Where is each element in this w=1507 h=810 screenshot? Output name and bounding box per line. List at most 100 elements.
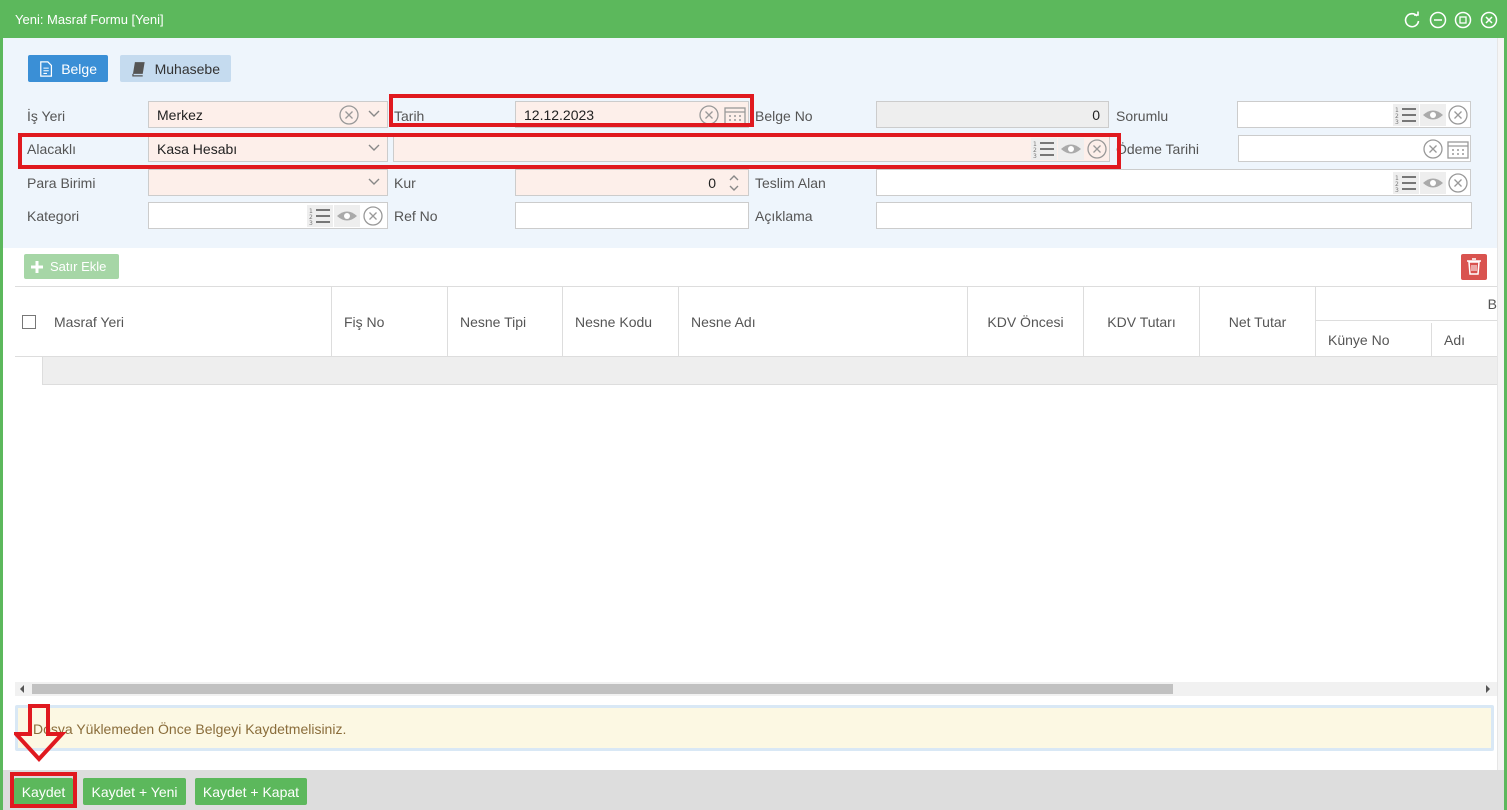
col-kdv-oncesi[interactable]: KDV Öncesi xyxy=(968,287,1084,357)
teslim-alan-label: Teslim Alan xyxy=(755,175,826,191)
highlight-alacakli xyxy=(18,133,1121,169)
col-nesne-kodu[interactable]: Nesne Kodu xyxy=(563,287,679,357)
arrow-down-icon xyxy=(14,704,66,762)
close-icon[interactable] xyxy=(1480,11,1498,29)
sorumlu-lookup[interactable]: 123 xyxy=(1237,101,1471,128)
col-kunye-no[interactable]: Künye No xyxy=(1316,323,1432,357)
kur-spinner[interactable]: 0 xyxy=(515,169,749,196)
col-kunye-no-label: Künye No xyxy=(1328,332,1390,348)
tab-belge[interactable]: Belge xyxy=(28,55,108,82)
ref-no-input[interactable] xyxy=(515,202,749,229)
belge-no-label: Belge No xyxy=(755,108,813,124)
col-fis-no[interactable]: Fiş No xyxy=(332,287,448,357)
minimize-icon[interactable] xyxy=(1429,11,1447,29)
sorumlu-label: Sorumlu xyxy=(1116,108,1169,124)
clear-icon[interactable] xyxy=(363,206,383,226)
kategori-lookup[interactable]: 123 xyxy=(148,202,388,229)
is-yeri-value: Merkez xyxy=(157,107,203,123)
list-icon[interactable]: 123 xyxy=(1393,172,1419,194)
clear-icon[interactable] xyxy=(1448,173,1468,193)
kaydet-yeni-label: Kaydet + Yeni xyxy=(91,783,178,800)
svg-text:3: 3 xyxy=(1395,119,1399,126)
clear-icon[interactable] xyxy=(339,105,359,125)
para-birimi-select[interactable] xyxy=(148,169,388,196)
scroll-left-icon[interactable] xyxy=(18,685,26,693)
spinner-arrows-icon[interactable] xyxy=(727,172,741,194)
eye-icon[interactable] xyxy=(334,205,360,227)
vertical-scrollbar[interactable] xyxy=(1497,38,1504,770)
aciklama-label: Açıklama xyxy=(755,208,813,224)
col-net-tutar[interactable]: Net Tutar xyxy=(1200,287,1316,357)
col-group-header: B xyxy=(1316,287,1497,321)
clear-icon[interactable] xyxy=(1448,105,1468,125)
col-nesne-tipi[interactable]: Nesne Tipi xyxy=(448,287,563,357)
warning-notice: Dosya Yüklemeden Önce Belgeyi Kaydetmeli… xyxy=(15,705,1494,751)
para-birimi-label: Para Birimi xyxy=(27,175,96,191)
col-masraf-yeri[interactable]: Masraf Yeri xyxy=(15,287,332,357)
is-yeri-label: İş Yeri xyxy=(27,108,66,124)
list-icon[interactable]: 123 xyxy=(307,205,333,227)
kur-value: 0 xyxy=(708,175,716,191)
belge-no-input: 0 xyxy=(876,101,1109,128)
aciklama-input[interactable] xyxy=(876,202,1472,229)
tab-belge-label: Belge xyxy=(61,60,97,77)
svg-text:3: 3 xyxy=(1395,187,1399,194)
chevron-down-icon[interactable] xyxy=(367,176,381,188)
svg-text:3: 3 xyxy=(309,220,313,227)
col-net-tutar-label: Net Tutar xyxy=(1228,314,1287,330)
notice-text: Dosya Yüklemeden Önce Belgeyi Kaydetmeli… xyxy=(33,721,347,737)
refresh-icon[interactable] xyxy=(1403,11,1421,29)
filter-row-cell xyxy=(15,357,43,385)
kaydet-kapat-button[interactable]: Kaydet + Kapat xyxy=(195,778,307,805)
odeme-tarihi-label: Ödeme Tarihi xyxy=(1116,141,1200,157)
highlight-kaydet xyxy=(10,772,77,808)
clear-icon[interactable] xyxy=(1423,139,1443,159)
belge-no-value: 0 xyxy=(1092,107,1100,123)
grid-filter-row xyxy=(15,357,1497,385)
delete-row-button[interactable] xyxy=(1461,254,1487,280)
col-kdv-oncesi-label: KDV Öncesi xyxy=(987,314,1064,330)
trash-icon xyxy=(1467,258,1481,275)
eye-icon[interactable] xyxy=(1420,172,1446,194)
select-all-checkbox[interactable] xyxy=(22,315,36,329)
col-adi-label: Adı xyxy=(1444,332,1466,348)
is-yeri-select[interactable]: Merkez xyxy=(148,101,388,128)
maximize-icon[interactable] xyxy=(1454,11,1472,29)
col-kdv-tutari-label: KDV Tutarı xyxy=(1107,314,1176,330)
col-masraf-yeri-label: Masraf Yeri xyxy=(54,314,125,330)
document-icon xyxy=(40,60,53,77)
col-nesne-adi-label: Nesne Adı xyxy=(691,314,756,330)
col-nesne-kodu-label: Nesne Kodu xyxy=(575,314,653,330)
kaydet-yeni-button[interactable]: Kaydet + Yeni xyxy=(83,778,186,805)
kur-label: Kur xyxy=(394,175,416,191)
window-title: Yeni: Masraf Formu [Yeni] xyxy=(15,12,164,27)
scrollbar-thumb[interactable] xyxy=(32,684,1173,694)
list-icon[interactable]: 123 xyxy=(1393,104,1419,126)
tab-muhasebe-label: Muhasebe xyxy=(154,60,220,77)
kaydet-kapat-label: Kaydet + Kapat xyxy=(202,783,300,800)
col-adi[interactable]: Adı xyxy=(1432,323,1497,357)
satir-ekle-label: Satır Ekle xyxy=(50,259,107,274)
scroll-right-icon[interactable] xyxy=(1484,685,1492,693)
highlight-tarih xyxy=(389,94,754,127)
eye-icon[interactable] xyxy=(1420,104,1446,126)
teslim-alan-lookup[interactable]: 123 xyxy=(876,169,1471,196)
horizontal-scrollbar[interactable] xyxy=(15,682,1497,696)
calendar-icon[interactable] xyxy=(1447,139,1469,159)
col-kdv-tutari[interactable]: KDV Tutarı xyxy=(1084,287,1200,357)
tab-muhasebe[interactable]: Muhasebe xyxy=(120,55,231,82)
book-icon xyxy=(132,61,145,76)
odeme-tarihi-input[interactable] xyxy=(1238,135,1471,162)
col-group-header-label: B xyxy=(1487,295,1497,312)
window-titlebar: Yeni: Masraf Formu [Yeni] xyxy=(0,0,1507,38)
chevron-down-icon[interactable] xyxy=(367,108,381,120)
ref-no-label: Ref No xyxy=(394,208,438,224)
col-nesne-adi[interactable]: Nesne Adı xyxy=(679,287,968,357)
grid-header: Masraf Yeri Fiş No Nesne Tipi Nesne Kodu… xyxy=(15,287,1497,357)
col-fis-no-label: Fiş No xyxy=(344,314,385,330)
expense-grid: Masraf Yeri Fiş No Nesne Tipi Nesne Kodu… xyxy=(15,286,1497,684)
kategori-label: Kategori xyxy=(27,208,80,224)
satir-ekle-button[interactable]: Satır Ekle xyxy=(24,254,119,279)
plus-icon xyxy=(31,260,43,273)
col-nesne-tipi-label: Nesne Tipi xyxy=(460,314,527,330)
